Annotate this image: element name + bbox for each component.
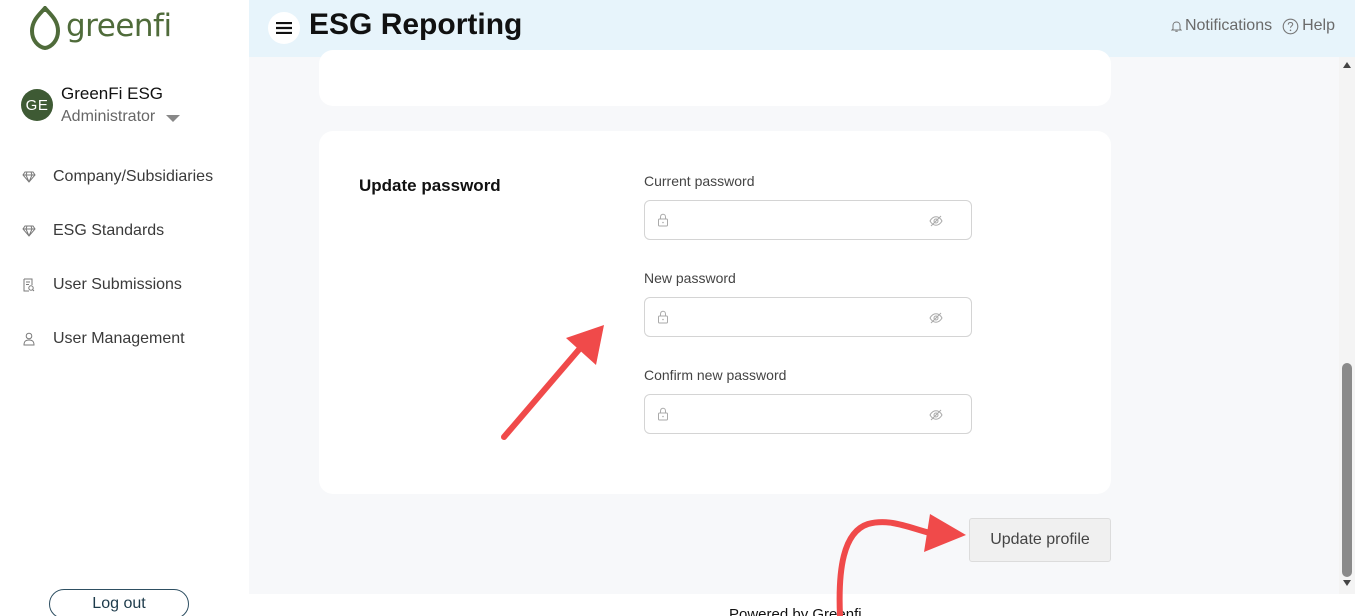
update-password-card: Update password Current password New pas… — [319, 131, 1111, 494]
sidebar-nav: Company/Subsidiaries ESG Standards User … — [0, 150, 249, 366]
user-name: GreenFi ESG — [61, 84, 164, 103]
diamond-icon — [22, 170, 36, 184]
current-password-label: Current password — [644, 173, 755, 189]
menu-button[interactable] — [268, 12, 300, 44]
sidebar-item-label: ESG Standards — [53, 222, 165, 239]
page-title: ESG Reporting — [309, 8, 523, 41]
footer-text: Powered by Greenfi — [729, 606, 862, 616]
sidebar-item-user-submissions[interactable]: User Submissions — [0, 258, 249, 312]
scroll-down-arrow-icon[interactable] — [1343, 580, 1351, 586]
eye-off-icon[interactable] — [929, 214, 943, 232]
sidebar-item-esg-standards[interactable]: ESG Standards — [0, 204, 249, 258]
sidebar: greenfi GE GreenFi ESG Administrator Com… — [0, 0, 249, 616]
sidebar-item-label: User Submissions — [53, 276, 182, 293]
hamburger-icon — [276, 22, 292, 34]
top-header: ESG Reporting Notifications Help — [249, 0, 1355, 57]
sidebar-item-company-subsidiaries[interactable]: Company/Subsidiaries — [0, 150, 249, 204]
lock-icon — [657, 310, 669, 329]
eye-off-icon[interactable] — [929, 311, 943, 329]
help-link[interactable]: Help — [1282, 17, 1335, 35]
confirm-password-field[interactable] — [644, 394, 972, 434]
sidebar-item-label: User Management — [53, 330, 185, 347]
bell-icon — [1170, 20, 1182, 33]
user-icon — [22, 332, 36, 346]
new-password-field[interactable] — [644, 297, 972, 337]
user-role-dropdown[interactable]: Administrator — [61, 108, 181, 126]
leaf-logo-icon — [29, 6, 61, 50]
notifications-link[interactable]: Notifications — [1170, 17, 1273, 35]
section-title: Update password — [359, 176, 501, 195]
current-password-field[interactable] — [644, 200, 972, 240]
avatar: GE — [21, 89, 53, 121]
lock-icon — [657, 407, 669, 426]
logout-button[interactable]: Log out — [49, 589, 189, 616]
document-search-icon — [22, 278, 36, 292]
user-role: Administrator — [61, 108, 156, 125]
scrollbar-thumb[interactable] — [1342, 363, 1352, 577]
scroll-up-arrow-icon[interactable] — [1343, 62, 1351, 68]
help-label: Help — [1302, 17, 1335, 34]
lock-icon — [657, 213, 669, 232]
help-circle-icon — [1282, 18, 1299, 35]
footer: Powered by Greenfi — [249, 594, 1355, 616]
user-profile[interactable]: GE GreenFi ESG Administrator — [21, 84, 181, 126]
diamond-icon — [22, 224, 36, 238]
sidebar-item-user-management[interactable]: User Management — [0, 312, 249, 366]
notifications-label: Notifications — [1184, 17, 1273, 34]
sidebar-item-label: Company/Subsidiaries — [53, 168, 214, 185]
greenfi-logo[interactable]: greenfi — [29, 6, 172, 50]
logo-text: greenfi — [66, 8, 172, 44]
confirm-password-label: Confirm new password — [644, 367, 787, 383]
caret-down-icon — [166, 114, 181, 122]
profile-card-top — [319, 50, 1111, 106]
update-profile-button[interactable]: Update profile — [969, 518, 1111, 562]
eye-off-icon[interactable] — [929, 408, 943, 426]
new-password-label: New password — [644, 270, 736, 286]
